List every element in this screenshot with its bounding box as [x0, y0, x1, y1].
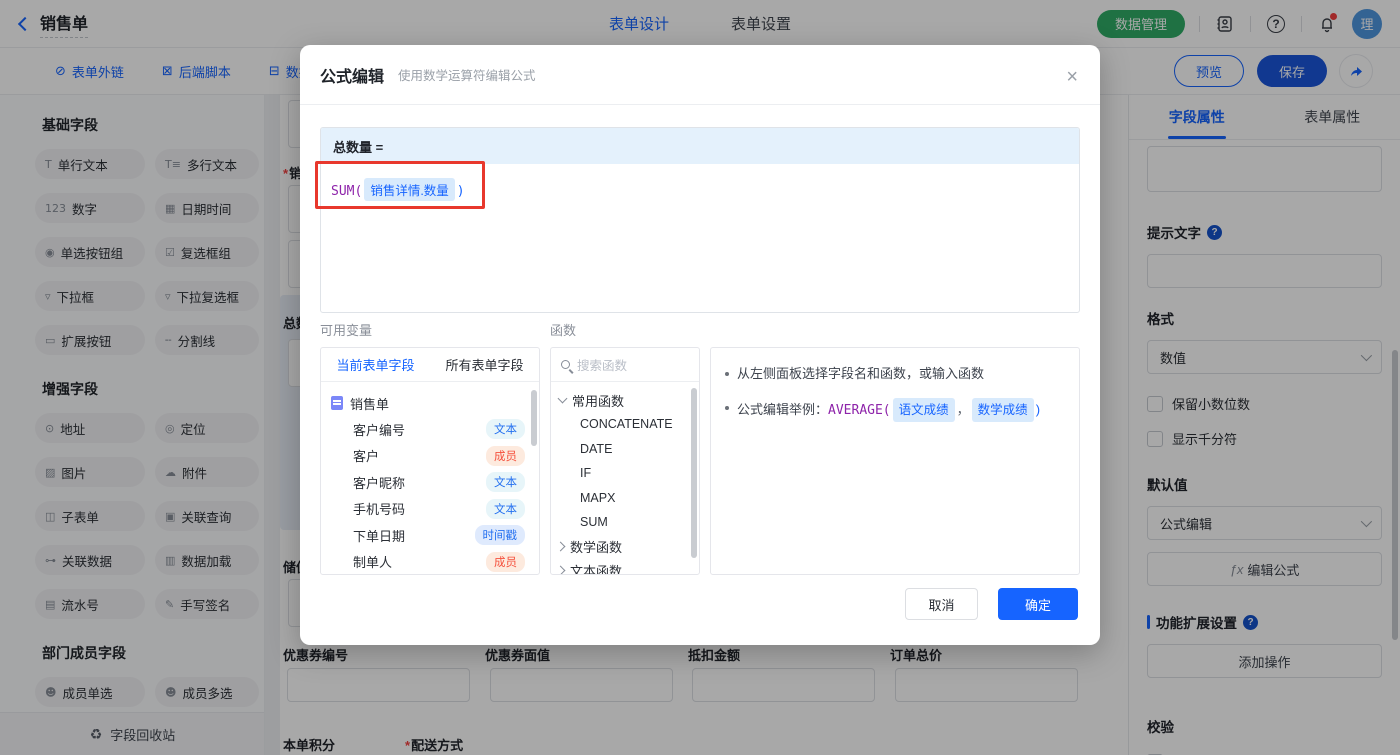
hint-line-1: 从左侧面板选择字段名和函数，或输入函数 [725, 364, 1065, 384]
variables-label: 可用变量 [320, 320, 372, 339]
variable-item[interactable]: 客户 成员 [331, 443, 531, 470]
function-item[interactable]: SUM [559, 510, 699, 535]
functions-label: 函数 [550, 320, 576, 339]
chevron-right-icon [556, 566, 566, 575]
type-tag: 时间戳 [475, 525, 526, 545]
chevron-right-icon [556, 542, 566, 552]
chevron-down-icon [558, 394, 568, 404]
form-designer-app: 销售单 表单设计 表单设置 数据管理 ? 理 ⊘表单外链 ⊠后端脚本 ⊟ [0, 0, 1400, 755]
hint-line-2: 公式编辑举例：AVERAGE(语文成绩，数学成绩) [725, 398, 1065, 422]
variable-item[interactable]: 客户昵称 文本 [331, 469, 531, 496]
function-group-common[interactable]: 常用函数 [559, 388, 699, 412]
search-placeholder: 搜索函数 [577, 355, 627, 374]
function-item[interactable]: IF [559, 461, 699, 486]
formula-target: 总数量 = [321, 128, 1079, 164]
function-item[interactable]: CONCATENATE [559, 412, 699, 437]
function-group-math[interactable]: 数学函数 [559, 535, 699, 559]
variable-item[interactable]: 手机号码 文本 [331, 496, 531, 523]
variable-item[interactable]: 制单人 成员 [331, 549, 531, 576]
search-icon [561, 360, 570, 369]
function-name: SUM( [331, 184, 362, 199]
type-tag: 文本 [486, 472, 525, 492]
function-item[interactable]: MAPX [559, 486, 699, 511]
close-icon[interactable]: × [1066, 67, 1078, 87]
modal-title: 公式编辑 [320, 63, 384, 87]
function-item[interactable]: DATE [559, 437, 699, 462]
type-tag: 成员 [486, 446, 525, 466]
tree-root-form[interactable]: 销售单 [331, 390, 531, 416]
example-field-chip: 语文成绩 [893, 398, 955, 422]
variable-item[interactable]: 下单日期 时间戳 [331, 522, 531, 549]
variable-item[interactable]: 客户编号 文本 [331, 416, 531, 443]
tab-all-form-fields[interactable]: 所有表单字段 [445, 355, 523, 374]
scrollbar-thumb[interactable] [531, 390, 537, 446]
form-doc-icon [331, 396, 343, 410]
modal-subtitle: 使用数学运算符编辑公式 [398, 65, 536, 84]
example-function-name: AVERAGE( [828, 403, 891, 418]
type-tag: 文本 [486, 419, 525, 439]
scrollbar-thumb[interactable] [691, 388, 697, 558]
type-tag: 文本 [486, 499, 525, 519]
type-tag: 成员 [486, 552, 525, 572]
confirm-button[interactable]: 确定 [998, 588, 1078, 620]
example-field-chip: 数学成绩 [972, 398, 1034, 422]
formula-edit-modal: 公式编辑 使用数学运算符编辑公式 × 总数量 = SUM(销售详情.数量) 可用… [300, 45, 1100, 645]
variables-panel: 当前表单字段 所有表单字段 销售单 客户编号 文本 客户 成员 客户昵称 [320, 347, 540, 575]
formula-expression[interactable]: SUM(销售详情.数量) [321, 164, 1079, 215]
cancel-button[interactable]: 取消 [905, 588, 978, 620]
formula-editor[interactable]: 总数量 = SUM(销售详情.数量) [320, 127, 1080, 313]
formula-hint-panel: 从左侧面板选择字段名和函数，或输入函数 公式编辑举例：AVERAGE(语文成绩，… [710, 347, 1080, 575]
functions-panel: 搜索函数 常用函数 CONCATENATE DATE IF MAPX SUM 数… [550, 347, 700, 575]
field-chip[interactable]: 销售详情.数量 [364, 178, 454, 201]
function-search-input[interactable]: 搜索函数 [551, 348, 699, 382]
function-group-text[interactable]: 文本函数 [559, 559, 699, 576]
tab-current-form-fields[interactable]: 当前表单字段 [336, 355, 414, 374]
